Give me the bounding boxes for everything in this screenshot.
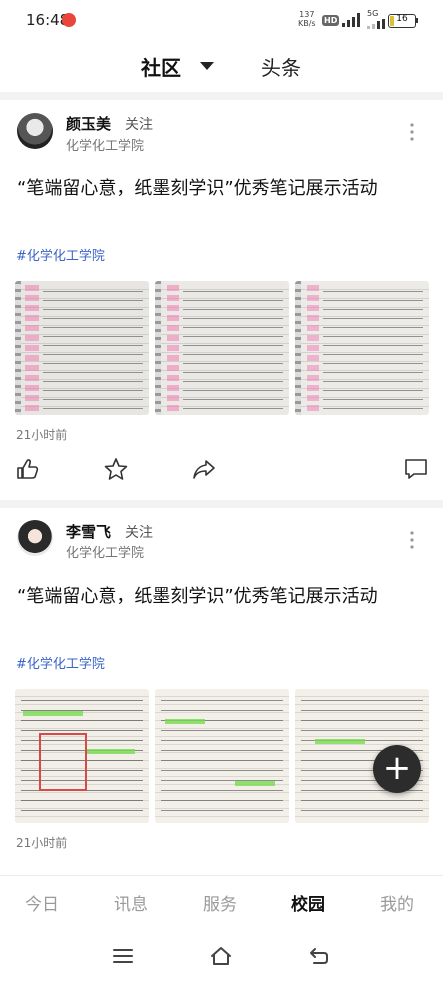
post-image[interactable] <box>15 281 149 415</box>
system-nav-bar <box>0 927 443 985</box>
post-image[interactable] <box>15 689 149 823</box>
post-image[interactable] <box>155 689 289 823</box>
comment-icon[interactable] <box>404 458 428 480</box>
post-title[interactable]: “笔端留心意，纸墨刻学识”优秀笔记展示活动 <box>17 582 422 611</box>
tab-headline[interactable]: 头条 <box>261 52 301 81</box>
handwritten-lines <box>43 287 143 411</box>
post-time: 21小时前 <box>16 836 68 850</box>
avatar[interactable] <box>17 520 53 556</box>
more-vertical-icon[interactable] <box>405 530 419 550</box>
follow-button[interactable]: 关注 <box>125 114 153 134</box>
post-time: 21小时前 <box>16 428 68 442</box>
battery-level: 16 <box>396 14 408 24</box>
notebook-ring-binding <box>155 281 161 415</box>
signal-strength-icon <box>342 13 360 27</box>
post-images <box>15 281 429 415</box>
network-type: 5G <box>367 9 379 18</box>
add-post-button[interactable]: + <box>373 745 421 793</box>
like-icon[interactable] <box>16 458 40 480</box>
highlight-margin <box>167 285 179 411</box>
tab-today[interactable]: 今日 <box>25 890 59 915</box>
post-card[interactable]: 李雪飞 关注 化学化工学院 “笔端留心意，纸墨刻学识”优秀笔记展示活动 #化学化… <box>0 508 443 875</box>
battery-cap <box>416 18 418 23</box>
handwritten-lines <box>183 287 283 411</box>
green-highlight <box>85 749 135 754</box>
topic-hashtag[interactable]: #化学化工学院 <box>16 653 105 672</box>
handwritten-formulas <box>161 695 283 817</box>
post-image[interactable] <box>295 281 429 415</box>
home-icon[interactable] <box>209 945 233 967</box>
follow-button[interactable]: 关注 <box>125 522 153 542</box>
more-vertical-icon[interactable] <box>405 122 419 142</box>
notebook-ring-binding <box>15 281 21 415</box>
topic-hashtag[interactable]: #化学化工学院 <box>16 245 105 264</box>
notebook-ring-binding <box>295 281 301 415</box>
share-icon[interactable] <box>192 458 216 480</box>
favorite-star-icon[interactable] <box>104 458 128 480</box>
tab-mine[interactable]: 我的 <box>380 890 414 915</box>
post-images <box>15 689 429 823</box>
section-divider <box>0 500 443 508</box>
chevron-down-icon[interactable] <box>200 62 214 70</box>
tab-community[interactable]: 社区 <box>141 52 181 81</box>
post-title[interactable]: “笔端留心意，纸墨刻学识”优秀笔记展示活动 <box>17 174 422 203</box>
green-highlight <box>235 781 275 786</box>
status-bar: 16:48 137 KB/s HD 5G 16 <box>0 0 443 44</box>
network-speed-value: 137 <box>299 10 315 19</box>
network-speed-unit: KB/s <box>298 19 316 28</box>
author-college: 化学化工学院 <box>66 139 145 154</box>
highlight-margin <box>307 285 319 411</box>
back-icon[interactable] <box>307 945 331 967</box>
avatar[interactable] <box>17 113 53 149</box>
bottom-tab-bar: 今日 讯息 服务 校园 我的 <box>0 875 443 928</box>
hd-badge: HD <box>322 15 340 26</box>
author-name[interactable]: 李雪飞 <box>66 521 111 542</box>
signal-strength-secondary-icon <box>367 19 385 29</box>
top-nav: 社区 头条 <box>0 44 443 92</box>
section-divider <box>0 92 443 100</box>
green-highlight <box>165 719 205 724</box>
highlight-margin <box>25 285 39 411</box>
green-highlight <box>23 711 83 716</box>
red-box-annotation <box>39 733 87 791</box>
green-highlight <box>315 739 365 744</box>
post-image[interactable] <box>155 281 289 415</box>
add-icon: + <box>382 748 412 788</box>
tab-messages[interactable]: 讯息 <box>114 890 148 915</box>
handwritten-lines <box>323 287 423 411</box>
tab-services[interactable]: 服务 <box>203 890 237 915</box>
author-college: 化学化工学院 <box>66 546 145 561</box>
network-speed: 137 KB/s <box>298 10 316 28</box>
notification-app-icon <box>62 13 76 27</box>
tab-campus[interactable]: 校园 <box>291 890 325 915</box>
battery-icon: 16 <box>388 14 416 28</box>
author-name[interactable]: 颜玉美 <box>66 113 111 134</box>
menu-icon[interactable] <box>111 945 135 967</box>
post-card[interactable]: 颜玉美 关注 化学化工学院 “笔端留心意，纸墨刻学识”优秀笔记展示活动 #化学化… <box>0 100 443 500</box>
